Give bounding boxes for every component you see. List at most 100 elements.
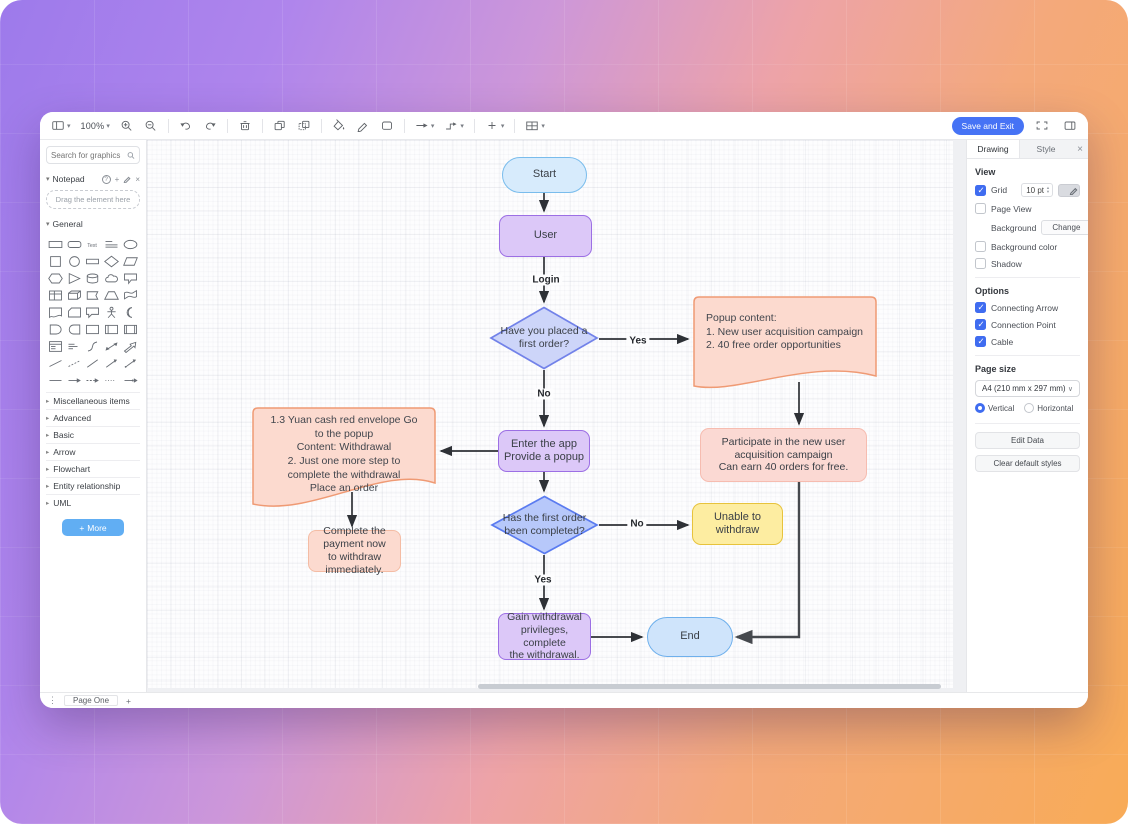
speech-bubble-shape-icon[interactable] (84, 304, 103, 320)
cable-checkbox[interactable] (975, 336, 986, 347)
cube-shape-icon[interactable] (65, 287, 84, 303)
d-shape-shape-icon[interactable] (46, 321, 65, 337)
table-shape-icon[interactable] (46, 287, 65, 303)
add-icon[interactable]: + (115, 175, 120, 184)
shadow-checkbox[interactable] (975, 258, 986, 269)
text-shape-icon[interactable]: Text (84, 236, 103, 252)
edit-pen-icon[interactable] (123, 175, 131, 183)
notepad-section-header[interactable]: ▾ Notepad ? + × (46, 172, 140, 186)
flow-node-complete-payment[interactable]: Complete the payment now to withdraw imm… (308, 530, 401, 572)
flow-node-start[interactable]: Start (502, 157, 587, 193)
card-shape-icon[interactable] (65, 304, 84, 320)
copy-icon[interactable] (270, 117, 290, 134)
thin-line-shape-icon[interactable] (46, 355, 65, 371)
orientation-horizontal-radio[interactable]: Horizontal (1024, 403, 1073, 413)
flow-node-participate-campaign[interactable]: Participate in the new user acquisition … (700, 428, 867, 482)
form-shape-icon[interactable] (46, 338, 65, 354)
fill-color-icon[interactable] (329, 117, 349, 134)
orientation-vertical-radio[interactable]: Vertical (975, 403, 1014, 413)
edge-label-no[interactable]: No (627, 519, 646, 530)
horizontal-scrollbar[interactable] (478, 684, 941, 689)
small-rectangle-shape-icon[interactable] (84, 253, 103, 269)
crescent-shape-icon[interactable] (121, 304, 140, 320)
search-input[interactable] (51, 151, 127, 160)
curve-shape-icon[interactable] (84, 338, 103, 354)
page-view-checkbox[interactable] (975, 203, 986, 214)
edit-data-button[interactable]: Edit Data (975, 432, 1080, 449)
grid-checkbox[interactable] (975, 185, 986, 196)
table-icon[interactable]: ▾ (522, 117, 548, 134)
page-tab[interactable]: Page One (64, 695, 118, 706)
zoom-level-select[interactable]: 100% ▾ (78, 119, 113, 133)
background-color-checkbox[interactable] (975, 241, 986, 252)
redo-icon[interactable] (200, 117, 220, 134)
arrow-line-shape-icon[interactable] (102, 355, 121, 371)
more-shapes-button[interactable]: + More (62, 519, 124, 536)
sidebar-section-basic[interactable]: ▸Basic (46, 426, 140, 443)
sidebar-section-miscellaneous-items[interactable]: ▸Miscellaneous items (46, 392, 140, 409)
fullscreen-icon[interactable] (1032, 117, 1052, 134)
flow-node-enter-app[interactable]: Enter the app Provide a popup (498, 430, 590, 472)
sidebar-section-arrow[interactable]: ▸Arrow (46, 443, 140, 460)
bold-line-shape-icon[interactable] (46, 372, 65, 388)
flow-node-popup-content[interactable]: Popup content: 1. New user acquisition c… (693, 296, 877, 390)
parallelogram-shape-icon[interactable] (121, 253, 140, 269)
ellipse-shape-icon[interactable] (121, 236, 140, 252)
graphics-search[interactable] (46, 146, 140, 164)
edge-label-login[interactable]: Login (529, 275, 562, 286)
edge-label-no[interactable]: No (534, 389, 553, 400)
background-change-button[interactable]: Change (1041, 220, 1088, 235)
trapezoid-shape-icon[interactable] (102, 287, 121, 303)
cylinder-shape-icon[interactable] (84, 270, 103, 286)
flow-node-order-completed-decision[interactable]: Has the first order been completed? (490, 495, 599, 555)
wave-flag-shape-icon[interactable] (121, 287, 140, 303)
tab-drawing[interactable]: Drawing (967, 140, 1020, 158)
arrow-type-icon[interactable]: ▾ (412, 117, 438, 134)
save-and-exit-button[interactable]: Save and Exit (952, 117, 1024, 135)
dashed-line-shape-icon[interactable] (65, 355, 84, 371)
panel-close-icon[interactable]: × (1072, 140, 1088, 158)
flow-node-unable-withdraw[interactable]: Unable to withdraw (692, 503, 783, 545)
help-icon[interactable]: ? (102, 175, 111, 184)
dot-arrow-shape-icon[interactable] (121, 372, 140, 388)
diagonal-line-shape-icon[interactable] (84, 355, 103, 371)
cloud-shape-icon[interactable] (102, 270, 121, 286)
zoom-in-icon[interactable] (117, 117, 137, 134)
clear-default-styles-button[interactable]: Clear default styles (975, 455, 1080, 472)
delete-icon[interactable] (235, 117, 255, 134)
grid-color-swatch[interactable] (1058, 184, 1080, 197)
predefined-process-shape-icon[interactable] (121, 321, 140, 337)
rounded-rectangle-shape-icon[interactable] (65, 236, 84, 252)
layout-panel-icon[interactable] (1060, 117, 1080, 134)
general-section-header[interactable]: ▾ General (46, 217, 140, 231)
sidebar-section-advanced[interactable]: ▸Advanced (46, 409, 140, 426)
slash-arrow-shape-icon[interactable] (121, 355, 140, 371)
flow-node-gain-withdrawal[interactable]: Gain withdrawal privileges, complete the… (498, 613, 591, 660)
rectangle-shape-icon[interactable] (46, 236, 65, 252)
process-shape-icon[interactable] (84, 321, 103, 337)
sidebar-section-uml[interactable]: ▸UML (46, 494, 140, 511)
panel-toggle-icon[interactable]: ▾ (48, 117, 74, 134)
shape-style-icon[interactable] (377, 117, 397, 134)
block-arrow-shape-icon[interactable] (121, 338, 140, 354)
line-color-icon[interactable] (353, 117, 373, 134)
edge-label-yes[interactable]: Yes (531, 575, 554, 586)
zoom-out-icon[interactable] (141, 117, 161, 134)
note-shape-icon[interactable] (102, 321, 121, 337)
pages-menu-icon[interactable]: ⋮ (48, 695, 56, 706)
insert-icon[interactable]: ▾ (482, 117, 508, 134)
delay-shape-icon[interactable] (65, 321, 84, 337)
undo-icon[interactable] (176, 117, 196, 134)
flow-node-end[interactable]: End (647, 617, 733, 657)
connection-point-checkbox[interactable] (975, 319, 986, 330)
sidebar-section-entity-relationship[interactable]: ▸Entity relationship (46, 477, 140, 494)
actor-shape-icon[interactable] (102, 304, 121, 320)
diagram-canvas[interactable]: Start User Have you placed a first order… (147, 140, 966, 692)
dotted-line-shape-icon[interactable] (102, 372, 121, 388)
page-size-select[interactable]: A4 (210 mm x 297 mm) ∨ (975, 380, 1080, 397)
duplicate-icon[interactable] (294, 117, 314, 134)
close-icon[interactable]: × (135, 175, 140, 184)
text-block-shape-icon[interactable] (65, 338, 84, 354)
diamond-shape-icon[interactable] (102, 253, 121, 269)
double-arrow-shape-icon[interactable] (102, 338, 121, 354)
